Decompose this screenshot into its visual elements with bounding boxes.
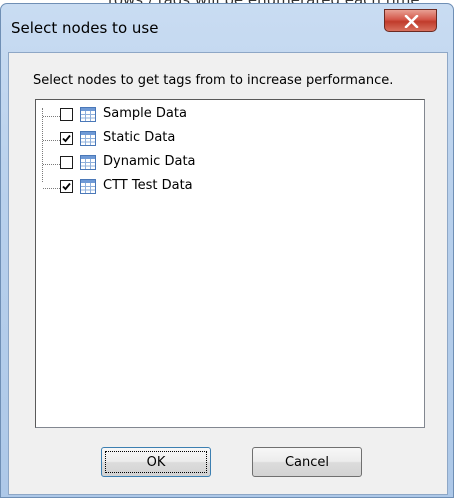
tree-connector	[43, 116, 60, 117]
table-icon	[80, 107, 96, 122]
node-label[interactable]: Dynamic Data	[103, 154, 196, 169]
dialog-client-area: Select nodes to get tags from to increas…	[8, 52, 448, 495]
tree-connector	[43, 140, 60, 141]
node-checkbox[interactable]	[60, 180, 73, 193]
cancel-button[interactable]: Cancel	[252, 447, 362, 477]
node-checkbox[interactable]	[60, 156, 73, 169]
checkmark-icon	[62, 182, 71, 191]
tree-node-dynamic-data[interactable]: Dynamic Data	[36, 153, 416, 177]
dialog-window: Select nodes to use Select nodes to get …	[0, 3, 454, 498]
tree-node-ctt-test-data[interactable]: CTT Test Data	[36, 177, 416, 201]
node-tree[interactable]: Sample Data Static Data Dynamic Data CTT…	[35, 99, 425, 428]
close-icon	[404, 15, 419, 28]
node-label[interactable]: Static Data	[103, 130, 175, 145]
node-checkbox[interactable]	[60, 132, 73, 145]
node-label[interactable]: CTT Test Data	[103, 178, 193, 193]
tree-connector	[43, 188, 60, 189]
ok-button-label: OK	[146, 454, 166, 470]
node-label[interactable]: Sample Data	[103, 106, 187, 121]
close-button[interactable]	[384, 9, 437, 32]
table-icon	[80, 131, 96, 146]
tree-connector	[43, 164, 60, 165]
tree-node-sample-data[interactable]: Sample Data	[36, 105, 416, 129]
table-icon	[80, 155, 96, 170]
node-checkbox[interactable]	[60, 108, 73, 121]
ok-button[interactable]: OK	[101, 447, 211, 477]
checkmark-icon	[62, 134, 71, 143]
table-icon	[80, 179, 96, 194]
cancel-button-label: Cancel	[284, 454, 330, 470]
window-title: Select nodes to use	[11, 19, 159, 37]
tree-node-static-data[interactable]: Static Data	[36, 129, 416, 153]
instruction-text: Select nodes to get tags from to increas…	[33, 73, 394, 88]
